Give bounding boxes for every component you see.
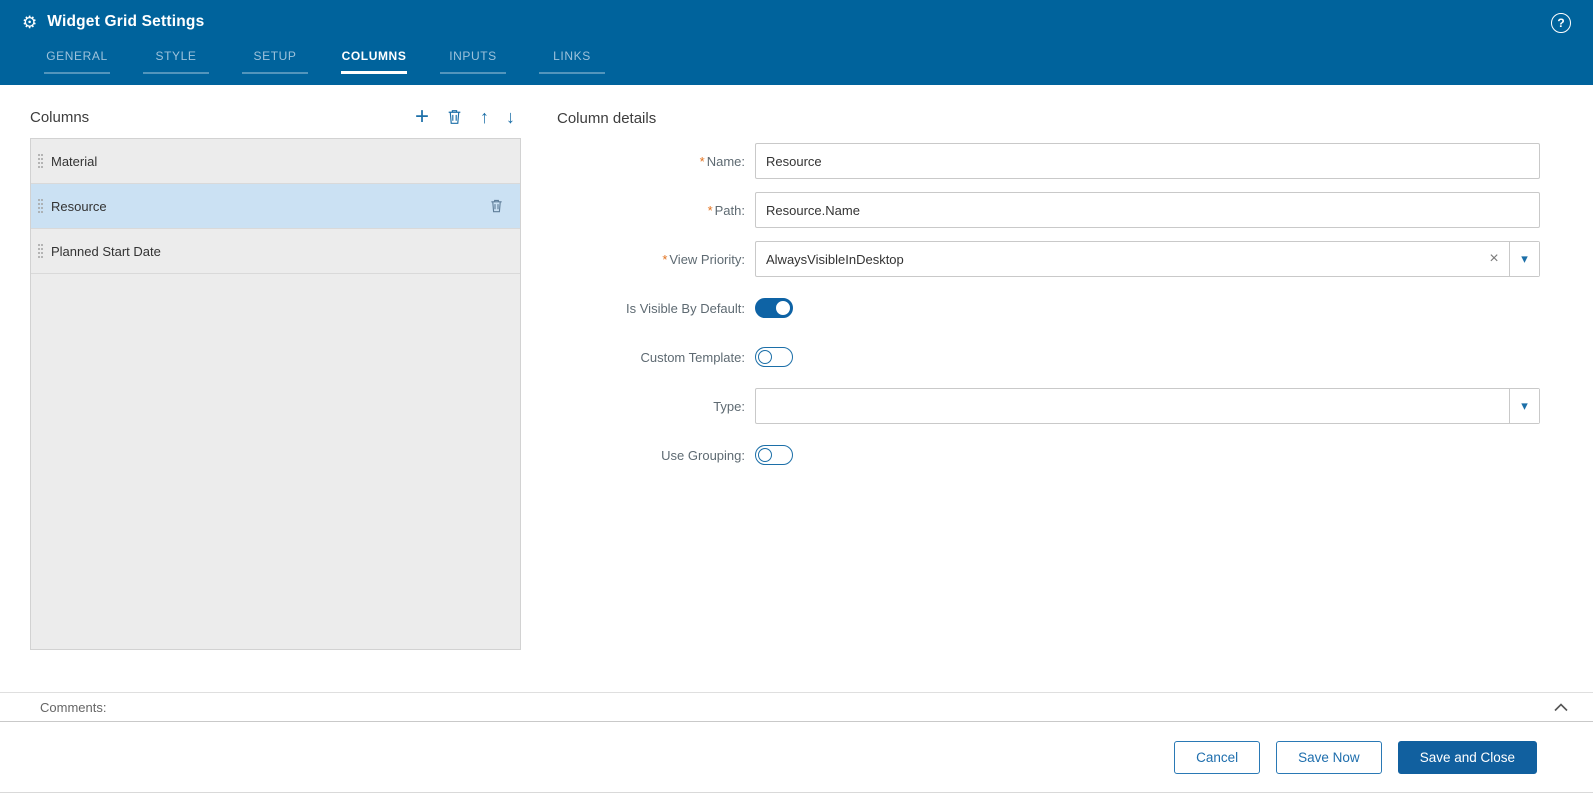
required-marker: * [707,202,713,218]
toggle-knob [758,447,772,462]
list-item-planned-start-date[interactable]: Planned Start Date [31,229,520,274]
drag-handle-icon[interactable] [38,244,40,246]
drag-handle-icon[interactable] [38,199,40,201]
trash-icon [491,199,502,213]
collapse-comments-button[interactable] [1553,702,1569,712]
arrow-down-icon: ↓ [506,107,515,127]
type-dropdown-button[interactable]: ▾ [1509,389,1539,423]
field-row-use-grouping: Use Grouping: [557,437,1540,473]
plus-icon: + [414,103,429,130]
field-row-path: * Path: [557,192,1540,228]
field-row-custom-template: Custom Template: [557,339,1540,375]
tab-general[interactable]: GENERAL [44,49,110,74]
cancel-button[interactable]: Cancel [1174,741,1261,774]
view-priority-combobox[interactable]: AlwaysVisibleInDesktop × ▾ [755,241,1540,277]
tab-bar: GENERAL STYLE SETUP COLUMNS INPUTS LINKS [44,49,638,74]
toggle-knob [776,300,790,315]
type-dropdown[interactable]: ▾ [755,388,1540,424]
columns-panel-header: Columns + ↑ ↓ [30,103,521,131]
field-row-name: * Name: [557,143,1540,179]
title-row: ⚙ Widget Grid Settings [0,0,1593,31]
list-item-label: Planned Start Date [51,243,161,259]
help-button[interactable]: ? [1551,13,1571,33]
field-row-type: Type: ▾ [557,388,1540,424]
column-details-panel: Column details *Name: *Path: *View Prior… [557,103,1540,486]
field-row-is-visible-by-default: Is Visible By Default: [557,290,1540,326]
arrow-up-icon: ↑ [480,107,489,127]
footer: Cancel Save Now Save and Close [0,722,1593,792]
drag-handle-icon[interactable] [38,154,40,156]
comments-label: Comments: [40,699,107,715]
delete-column-button[interactable] [446,108,463,126]
required-marker: * [699,153,705,169]
column-list: Material Resource Planned Start Date [30,138,521,650]
add-column-button[interactable]: + [414,103,429,130]
columns-toolbar: + ↑ ↓ [414,103,515,130]
save-and-close-button[interactable]: Save and Close [1397,741,1537,774]
view-priority-label: * View Priority: [662,251,745,267]
custom-template-toggle[interactable] [755,347,793,367]
is-visible-by-default-toggle[interactable] [755,298,793,318]
page-title: Widget Grid Settings [47,13,205,30]
view-priority-dropdown-button[interactable]: ▾ [1509,242,1539,276]
field-row-view-priority: * View Priority: AlwaysVisibleInDesktop ×… [557,241,1540,277]
tab-links[interactable]: LINKS [539,49,605,74]
type-value[interactable] [756,389,1509,423]
column-details-title: Column details [557,110,657,127]
list-item-label: Resource [51,198,107,214]
chevron-down-icon: ▾ [1521,251,1528,266]
toggle-knob [758,349,772,364]
row-delete-button[interactable] [489,198,504,214]
path-label: * Path: [707,202,745,218]
view-priority-value[interactable]: AlwaysVisibleInDesktop [756,242,1479,276]
custom-template-label: Custom Template: [640,349,745,365]
list-item-material[interactable]: Material [31,139,520,184]
use-grouping-label: Use Grouping: [661,447,745,463]
list-item-label: Material [51,153,98,169]
comments-bar: Comments: [0,692,1593,722]
name-label: * Name: [699,153,745,169]
tab-inputs[interactable]: INPUTS [440,49,506,74]
name-input[interactable] [755,143,1540,179]
use-grouping-toggle[interactable] [755,445,793,465]
clear-icon: × [1489,250,1499,267]
app-window: ⚙ Widget Grid Settings ? GENERAL STYLE S… [0,0,1593,793]
clear-button[interactable]: × [1479,242,1509,276]
list-item-resource[interactable]: Resource [31,184,520,229]
save-now-button[interactable]: Save Now [1276,741,1382,774]
tab-columns[interactable]: COLUMNS [341,49,407,74]
gear-icon: ⚙ [22,12,38,32]
titlebar: ⚙ Widget Grid Settings ? GENERAL STYLE S… [0,0,1593,85]
path-input[interactable] [755,192,1540,228]
chevron-up-icon [1554,703,1568,712]
move-down-button[interactable]: ↓ [506,108,515,126]
type-label: Type: [713,398,745,414]
help-icon: ? [1557,16,1565,30]
required-marker: * [662,251,668,267]
columns-panel-title: Columns [30,108,90,126]
columns-panel: Columns + ↑ ↓ Material Resource Planned … [30,103,521,650]
is-visible-by-default-label: Is Visible By Default: [626,300,745,316]
chevron-down-icon: ▾ [1521,398,1528,413]
trash-icon [448,110,461,124]
tab-setup[interactable]: SETUP [242,49,308,74]
tab-style[interactable]: STYLE [143,49,209,74]
move-up-button[interactable]: ↑ [480,108,489,126]
